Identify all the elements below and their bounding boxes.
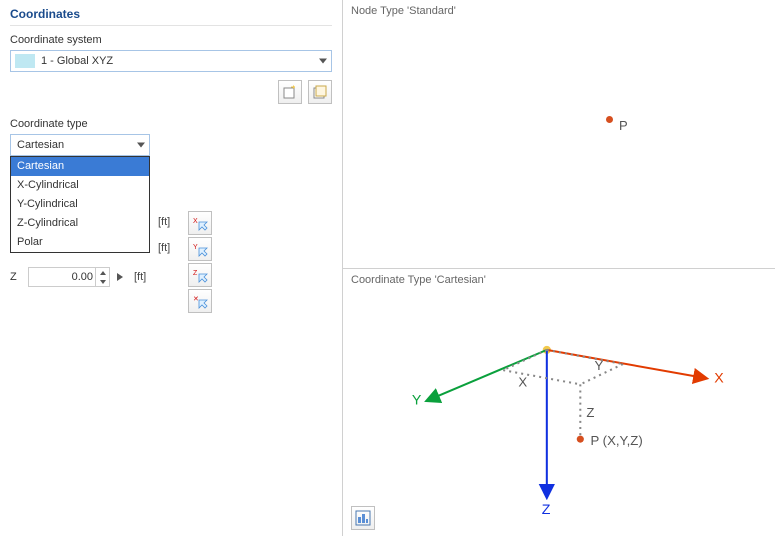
coord-type-option-cartesian[interactable]: Cartesian	[11, 157, 149, 176]
svg-text:X: X	[714, 370, 724, 386]
coord-system-select[interactable]: 1 - Global XYZ	[10, 50, 332, 72]
label-coord-type: Coordinate type	[10, 118, 332, 130]
cursor-x-icon: X	[192, 215, 208, 231]
z-input[interactable]: 0.00	[28, 267, 96, 287]
z-unit: [ft]	[134, 271, 160, 283]
library-button[interactable]	[308, 80, 332, 104]
coord-type-select[interactable]: Cartesian	[10, 134, 150, 156]
unit-row-2: [ft]	[158, 242, 170, 254]
chevron-down-icon	[137, 143, 145, 148]
label-coord-system: Coordinate system	[10, 34, 332, 46]
svg-text:X: X	[518, 374, 527, 389]
svg-text:Y: Y	[412, 392, 422, 408]
svg-text:Y: Y	[595, 358, 604, 373]
cursor-y-icon: Y	[192, 241, 208, 257]
z-stepper[interactable]	[96, 267, 110, 287]
diagram-settings-button[interactable]	[351, 506, 375, 530]
pick-x-button[interactable]: X	[188, 211, 212, 235]
cursor-z-icon: Z	[192, 267, 208, 283]
coord-type-preview: X Y Z X Y Z P (X,Y,Z)	[351, 293, 767, 529]
coord-system-swatch-icon	[15, 54, 35, 68]
pick-y-button[interactable]: Y	[188, 237, 212, 261]
coord-type-option-z-cylindrical[interactable]: Z-Cylindrical	[11, 214, 149, 233]
node-type-preview: P	[351, 24, 767, 260]
coord-type-option-x-cylindrical[interactable]: X-Cylindrical	[11, 176, 149, 195]
stepper-up-icon[interactable]	[96, 268, 109, 277]
node-type-preview-title: Node Type 'Standard'	[343, 0, 775, 22]
svg-text:Z: Z	[586, 404, 594, 419]
svg-text:✕: ✕	[193, 296, 199, 303]
stepper-down-icon[interactable]	[96, 277, 109, 286]
section-title-coordinates: Coordinates	[10, 4, 332, 26]
library-icon	[312, 84, 328, 100]
preview-point-icon	[606, 116, 613, 123]
coord-type-value: Cartesian	[17, 139, 64, 151]
new-coord-system-button[interactable]	[278, 80, 302, 104]
unit-row-1: [ft]	[158, 216, 170, 228]
svg-text:Z: Z	[193, 270, 198, 277]
chevron-down-icon	[319, 59, 327, 64]
pick-z-button[interactable]: Z	[188, 263, 212, 287]
svg-text:Z: Z	[542, 502, 551, 518]
pick-point-button[interactable]: ✕	[188, 289, 212, 313]
coord-type-option-y-cylindrical[interactable]: Y-Cylindrical	[11, 195, 149, 214]
z-axis-label: Z	[10, 271, 28, 283]
coord-type-option-polar[interactable]: Polar	[11, 233, 149, 252]
coord-type-dropdown[interactable]: Cartesian X-Cylindrical Y-Cylindrical Z-…	[10, 156, 150, 253]
diagram-settings-icon	[355, 510, 371, 526]
svg-text:P (X,Y,Z): P (X,Y,Z)	[590, 433, 642, 448]
new-item-icon	[282, 84, 298, 100]
preview-point-label: P	[619, 118, 628, 133]
coord-type-preview-title: Coordinate Type 'Cartesian'	[343, 269, 775, 291]
axes-diagram-icon: X Y Z X Y Z P (X,Y,Z)	[351, 293, 767, 529]
svg-text:X: X	[193, 218, 198, 225]
coord-system-value: 1 - Global XYZ	[41, 55, 113, 67]
cursor-icon: ✕	[192, 293, 208, 309]
svg-text:Y: Y	[193, 244, 198, 251]
z-arrow-button[interactable]	[112, 267, 128, 287]
